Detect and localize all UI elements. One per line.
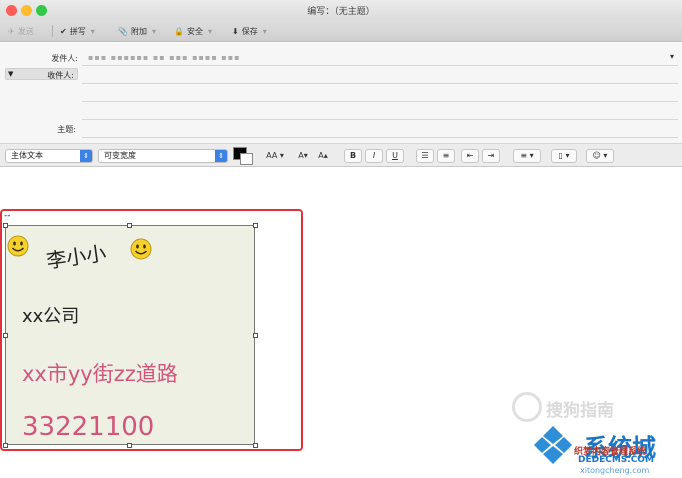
resize-handle[interactable] — [3, 443, 8, 448]
checkmark-icon: ✔ — [60, 26, 67, 36]
resize-handle[interactable] — [127, 223, 132, 228]
resize-handle[interactable] — [253, 223, 258, 228]
save-button[interactable]: ⬇ 保存 ▾ — [232, 24, 267, 38]
chevron-down-icon: ▾ — [90, 26, 95, 36]
underline-button[interactable]: U — [386, 149, 404, 163]
alignment-button[interactable]: ≡ ▾ — [513, 149, 541, 163]
background-color-swatch[interactable] — [240, 153, 253, 165]
paperclip-icon: 📎 — [118, 26, 128, 36]
align-left-icon: ≡ — [520, 151, 528, 160]
logo-watermark-url: DEDECMS.COM — [578, 455, 654, 465]
from-value[interactable]: ▪▪▪ ▪▪▪▪▪▪ ▪▪ ▪▪▪ ▪▪▪▪ ▪▪▪ — [88, 53, 241, 62]
chevron-down-icon: ▾ — [207, 26, 212, 36]
attach-button[interactable]: 📎 附加 ▾ — [118, 24, 156, 38]
attach-label: 附加 — [130, 26, 147, 36]
emoji-button[interactable]: ☺ ▾ — [586, 149, 614, 163]
logo-watermark-domain: xitongcheng.com — [580, 466, 650, 475]
resize-handle[interactable] — [3, 333, 8, 338]
to-field-line[interactable] — [82, 83, 678, 84]
send-button[interactable]: ✈ 发送 — [8, 24, 34, 38]
smiley-emoji-icon — [7, 235, 29, 257]
chevron-down-icon: ▾ — [262, 26, 267, 36]
from-label: 发件人: — [51, 54, 78, 63]
document-icon: ▯ — [558, 151, 563, 160]
indent-icon: ⇥ — [487, 151, 495, 160]
numbered-list-icon: ≡ — [442, 151, 450, 160]
windows-logo-icon — [532, 424, 574, 466]
font-width-select[interactable]: 可变宽度 ⇕ — [98, 149, 228, 163]
security-button[interactable]: 🔒 安全 ▾ — [174, 24, 212, 38]
paragraph-style-value: 主体文本 — [11, 151, 43, 160]
compose-toolbar: ✈ 发送 ✔ 拼写 ▾ 📎 附加 ▾ 🔒 安全 ▾ ⬇ 保存 ▾ — [0, 20, 682, 42]
lock-icon: 🔒 — [174, 26, 184, 36]
disclosure-triangle-icon: ▼ — [8, 70, 14, 78]
send-label: 发送 — [17, 26, 34, 36]
spelling-button[interactable]: ✔ 拼写 ▾ — [60, 24, 95, 38]
toolbar-divider — [52, 25, 53, 37]
bullet-list-icon: ☰ — [421, 151, 429, 160]
smiley-icon: ☺ — [592, 151, 601, 160]
signature-phone: 33221100 — [22, 412, 155, 442]
chevron-down-icon: ▾ — [151, 26, 156, 36]
security-label: 安全 — [186, 26, 203, 36]
paragraph-style-select[interactable]: 主体文本 ⇕ — [5, 149, 93, 163]
resize-handle[interactable] — [127, 443, 132, 448]
bullet-list-button[interactable]: ☰ — [416, 149, 434, 163]
updown-icon: ⇕ — [215, 150, 227, 162]
numbered-list-button[interactable]: ≡ — [437, 149, 455, 163]
resize-handle[interactable] — [253, 443, 258, 448]
attachment-format-button[interactable]: ▯ ▾ — [551, 149, 577, 163]
subject-label: 主题: — [57, 125, 76, 134]
font-size-button[interactable]: AA ▾ — [262, 149, 288, 163]
format-bar: 主体文本 ⇕ 可变宽度 ⇕ AA ▾ A▾ A▴ B I U ☰ ≡ ⇤ ⇥ ≡… — [0, 143, 682, 167]
italic-button[interactable]: I — [365, 149, 383, 163]
to-label: 收件人: — [47, 71, 74, 80]
font-size-label: AA — [266, 151, 278, 160]
window-title: 编写：（无主题） — [307, 7, 375, 17]
divider — [82, 65, 678, 66]
sogou-watermark: 搜狗指南 — [546, 401, 614, 421]
spelling-label: 拼写 — [69, 26, 86, 36]
signature-company: xx公司 — [22, 306, 80, 327]
save-label: 保存 — [241, 26, 258, 36]
bcc-field-line[interactable] — [82, 119, 678, 120]
shrink-font-button[interactable]: A▾ — [294, 149, 312, 163]
resize-handle[interactable] — [3, 223, 8, 228]
title-bar: 编写：（无主题） — [0, 0, 682, 20]
message-header: 发件人: ▪▪▪ ▪▪▪▪▪▪ ▪▪ ▪▪▪ ▪▪▪▪ ▪▪▪ ▾ ▼ 收件人:… — [0, 43, 682, 143]
updown-icon: ⇕ — [80, 150, 92, 162]
outdent-icon: ⇤ — [466, 151, 474, 160]
smiley-emoji-icon — [130, 238, 152, 260]
grow-font-button[interactable]: A▴ — [314, 149, 332, 163]
resize-handle[interactable] — [253, 333, 258, 338]
send-icon: ✈ — [8, 26, 15, 36]
download-arrow-icon: ⬇ — [232, 26, 239, 36]
font-width-value: 可变宽度 — [104, 151, 136, 160]
outdent-button[interactable]: ⇤ — [461, 149, 479, 163]
recipients-toggle[interactable]: ▼ 收件人: — [5, 68, 78, 80]
cc-field-line[interactable] — [82, 101, 678, 102]
indent-button[interactable]: ⇥ — [482, 149, 500, 163]
from-dropdown-icon[interactable]: ▾ — [670, 52, 674, 61]
sogou-logo-icon — [512, 392, 542, 422]
bold-button[interactable]: B — [344, 149, 362, 163]
subject-field[interactable] — [82, 137, 678, 138]
signature-address: xx市yy街zz道路 — [22, 362, 178, 386]
